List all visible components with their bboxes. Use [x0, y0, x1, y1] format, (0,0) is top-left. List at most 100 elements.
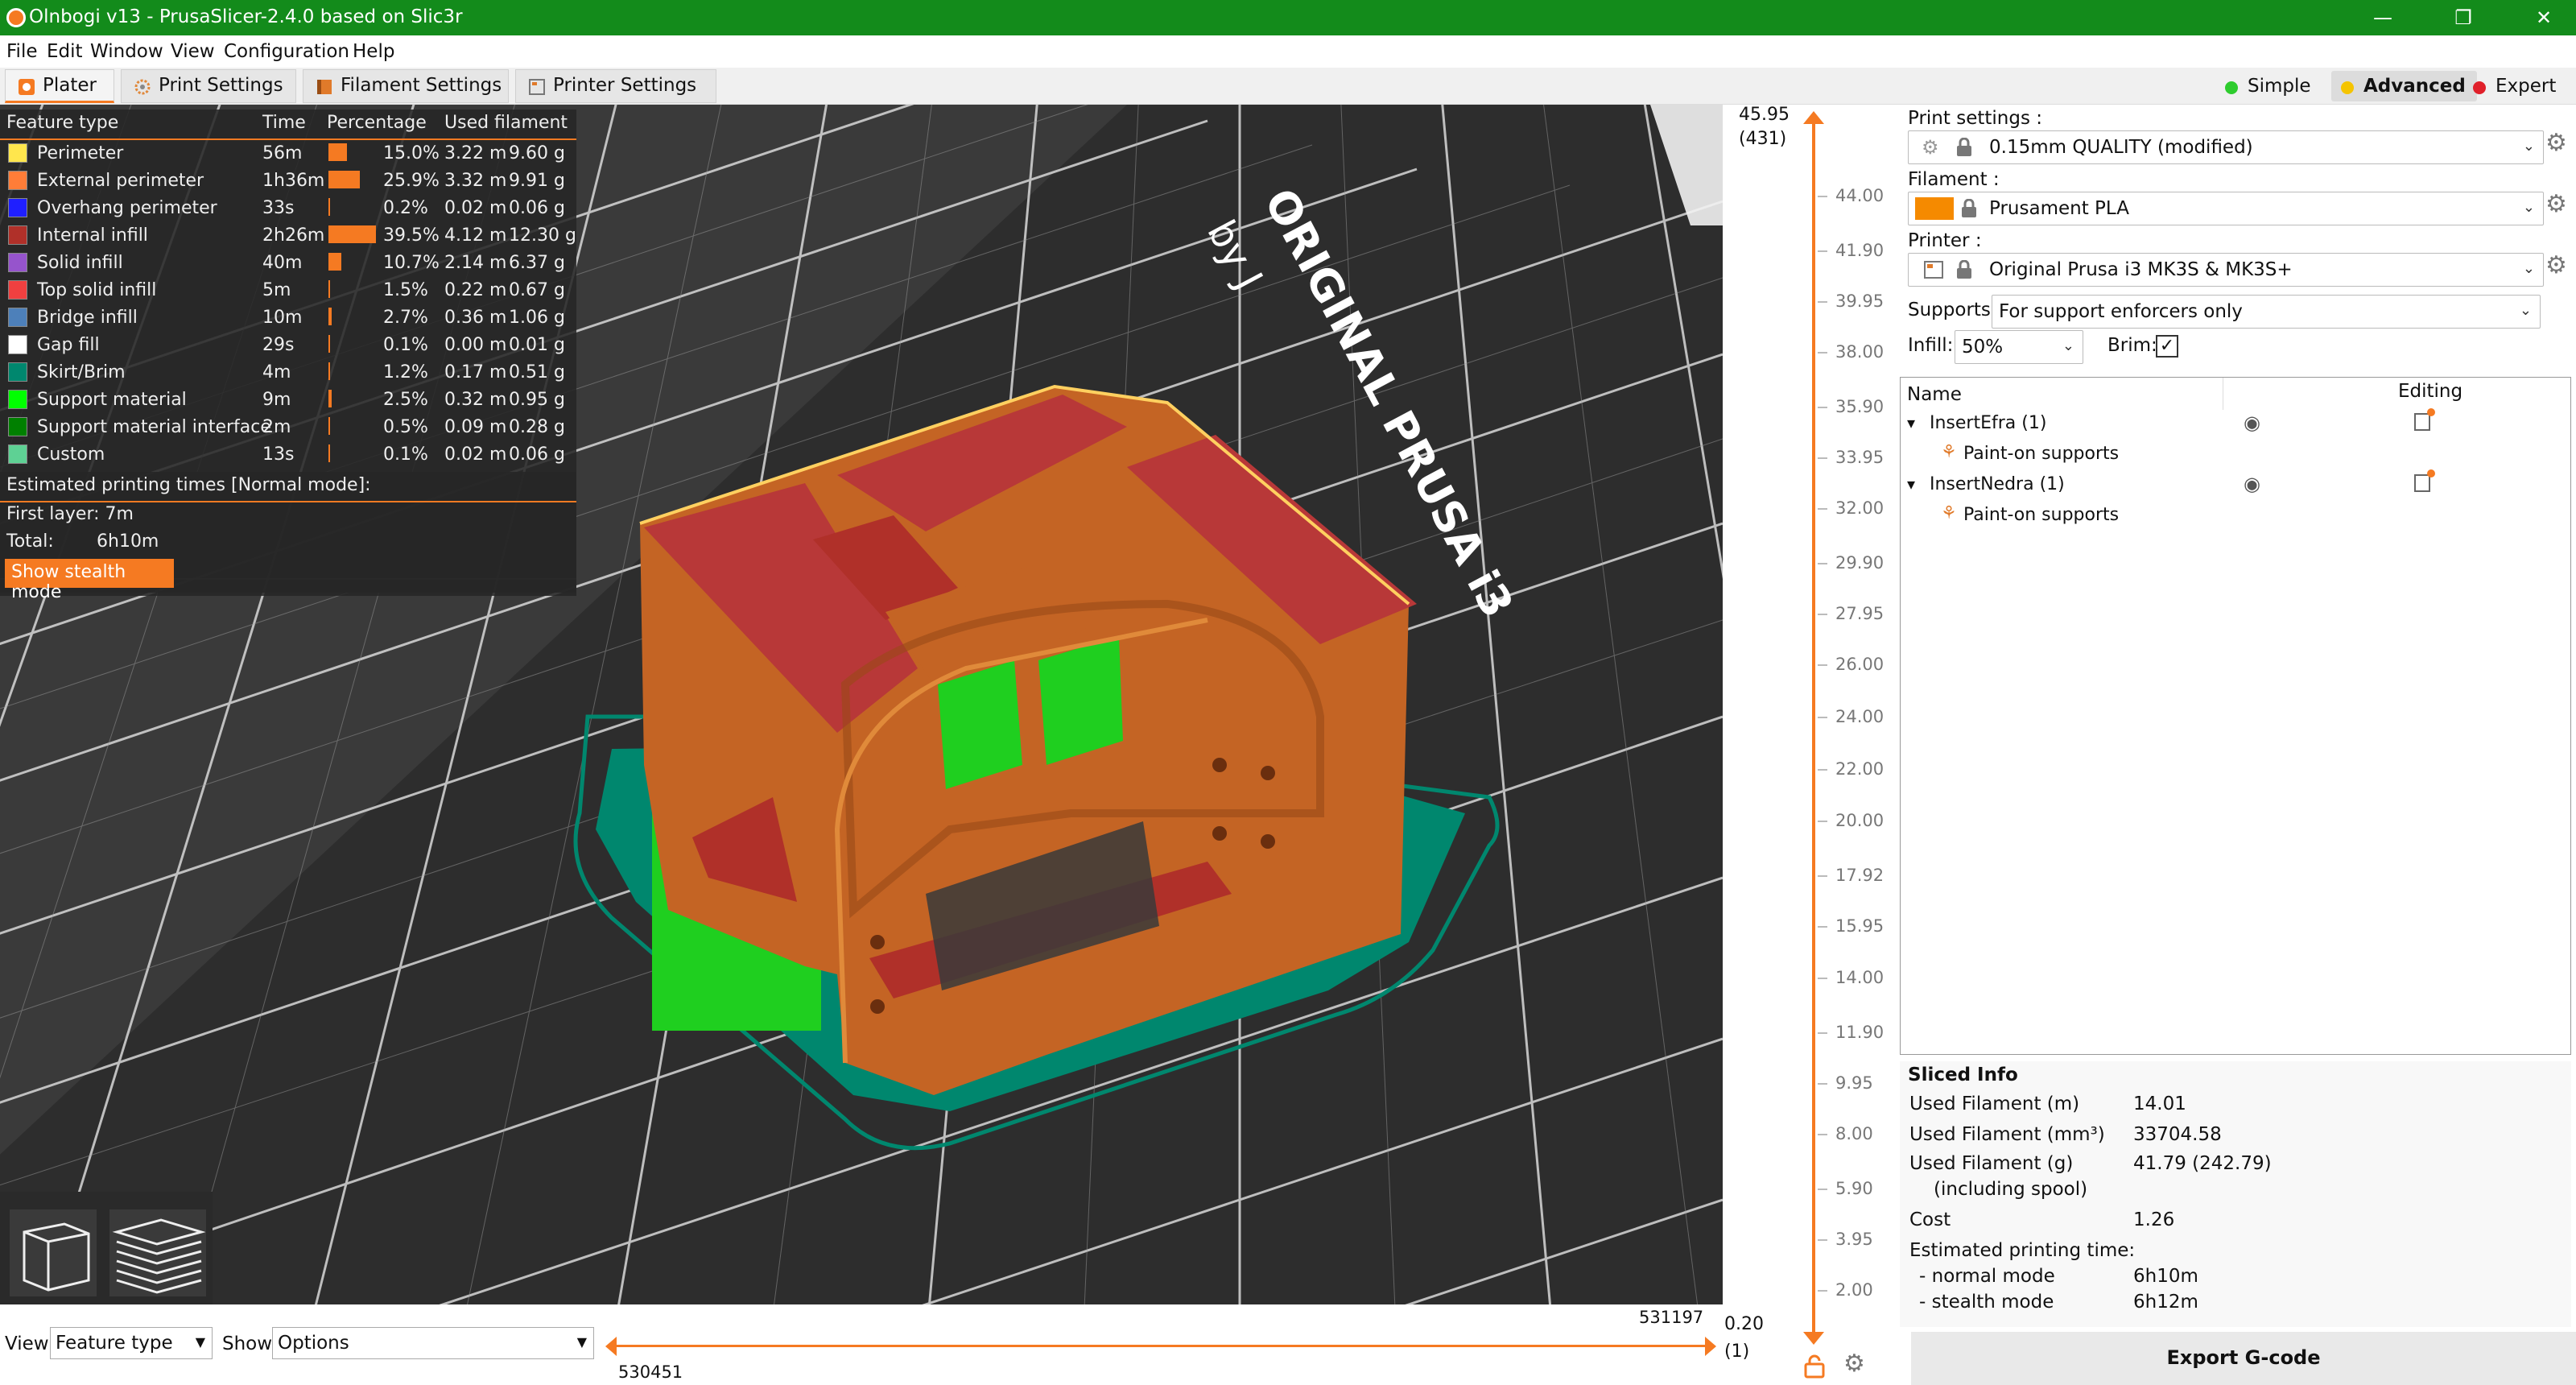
lock-icon: [1957, 138, 1971, 156]
brim-checkbox[interactable]: ✓: [2156, 335, 2178, 358]
legend-time: 1h36m: [262, 171, 325, 191]
print-settings-gear-icon[interactable]: ⚙: [2545, 129, 2567, 157]
tab-plater[interactable]: Plater: [5, 69, 114, 103]
layer-tick-mark: [1818, 563, 1827, 565]
chevron-down-icon: ⌄: [2522, 138, 2535, 155]
mode-expert-label: Expert: [2496, 76, 2557, 97]
printer-icon: [529, 79, 545, 95]
legend-color-swatch: [8, 225, 27, 245]
export-gcode-button[interactable]: Export G-code: [1911, 1332, 2576, 1385]
layer-tick-label: 22.00: [1835, 759, 1885, 779]
show-stealth-mode-button[interactable]: Show stealth mode: [5, 559, 174, 602]
app-icon: [6, 8, 26, 27]
view-type-select[interactable]: Feature type ▼: [50, 1327, 213, 1359]
legend-row[interactable]: Gap fill 29s 0.1% 0.00 m 0.01 g: [0, 333, 576, 361]
object-child-row[interactable]: ⚘ Paint-on supports: [1901, 502, 2570, 532]
hslider-upper-value: 531197: [1639, 1308, 1704, 1327]
printer-gear-icon[interactable]: ⚙: [2545, 251, 2567, 279]
layer-tick-label: 27.95: [1835, 604, 1885, 624]
legend-color-swatch: [8, 335, 27, 354]
legend-row[interactable]: Overhang perimeter 33s 0.2% 0.02 m 0.06 g: [0, 196, 576, 224]
object-row[interactable]: ▾ InsertEfra (1) ◉: [1901, 408, 2570, 440]
3d-view-icon[interactable]: [10, 1209, 97, 1296]
expand-arrow-icon[interactable]: ▾: [1907, 474, 1915, 494]
layer-tick-mark: [1818, 926, 1827, 928]
legend-row[interactable]: Support material 9m 2.5% 0.32 m 0.95 g: [0, 388, 576, 416]
menu-edit[interactable]: Edit: [47, 41, 83, 62]
legend-row[interactable]: Perimeter 56m 15.0% 3.22 m 9.60 g: [0, 142, 576, 169]
layer-tick-mark: [1818, 874, 1827, 877]
legend-feature-name: Custom: [37, 444, 105, 465]
eye-icon[interactable]: ◉: [2244, 411, 2260, 434]
chevron-down-icon: ⌄: [2522, 260, 2535, 277]
legend-row[interactable]: Top solid infill 5m 1.5% 0.22 m 0.67 g: [0, 279, 576, 306]
legend-percentage: 1.5%: [383, 280, 428, 300]
filament-gear-icon[interactable]: ⚙: [2545, 190, 2567, 218]
layer-slider-track[interactable]: [1812, 124, 1815, 1332]
menu-file[interactable]: File: [6, 41, 38, 62]
legend-percentage: 0.1%: [383, 335, 428, 355]
legend-length: 2.14 m: [444, 253, 507, 273]
legend-row[interactable]: Bridge infill 10m 2.7% 0.36 m 1.06 g: [0, 306, 576, 333]
legend-color-swatch: [8, 417, 27, 436]
layer-slider[interactable]: 45.95 (431) 44.00 41.90 39.95 38.00 35.90 33.…: [1723, 105, 1900, 1385]
show-options-select[interactable]: Options ▼: [272, 1327, 594, 1359]
legend-row[interactable]: Solid infill 40m 10.7% 2.14 m 6.37 g: [0, 251, 576, 279]
printer-value: Original Prusa i3 MK3S & MK3S+: [1989, 259, 2293, 280]
legend-row[interactable]: Internal infill 2h26m 39.5% 4.12 m 12.30 g: [0, 224, 576, 251]
layer-tick-mark: [1818, 614, 1827, 616]
layers-view-icon[interactable]: [109, 1209, 206, 1296]
legend-row[interactable]: Custom 13s 0.1% 0.02 m 0.06 g: [0, 443, 576, 470]
legend-row[interactable]: External perimeter 1h36m 25.9% 3.32 m 9.91 g: [0, 169, 576, 196]
printer-combo[interactable]: Original Prusa i3 MK3S & MK3S+ ⌄: [1908, 253, 2544, 287]
menu-window[interactable]: Window: [90, 41, 163, 62]
layer-lower-thumb[interactable]: [1803, 1332, 1824, 1345]
infill-combo[interactable]: 50% ⌄: [1955, 330, 2083, 364]
legend-row[interactable]: Skirt/Brim 4m 1.2% 0.17 m 0.51 g: [0, 361, 576, 388]
legend-row[interactable]: Support material interface 2m 0.5% 0.09 m 0.…: [0, 416, 576, 443]
restore-button[interactable]: ❐: [2439, 3, 2487, 32]
layer-tick-mark: [1818, 1082, 1827, 1085]
total-time: 6h10m: [97, 531, 159, 552]
close-button[interactable]: ✕: [2520, 3, 2568, 32]
hslider-lower-thumb[interactable]: [605, 1337, 617, 1356]
filament-value: Prusament PLA: [1989, 198, 2129, 219]
cog-icon[interactable]: ⚙: [1843, 1350, 1865, 1378]
hslider-upper-thumb[interactable]: [1705, 1337, 1716, 1356]
minimize-button[interactable]: —: [2359, 3, 2407, 32]
menu-help[interactable]: Help: [353, 41, 394, 62]
object-list[interactable]: Name Editing ▾ InsertEfra (1) ◉ ⚘ Paint-…: [1900, 377, 2571, 1055]
filament-combo[interactable]: Prusament PLA ⌄: [1908, 192, 2544, 225]
mode-advanced[interactable]: Advanced: [2331, 71, 2477, 101]
mode-expert[interactable]: Expert: [2463, 71, 2567, 101]
mode-simple[interactable]: Simple: [2215, 71, 2322, 101]
layer-tick-label: 15.95: [1835, 916, 1885, 936]
sliced-info-title: Sliced Info: [1908, 1065, 2018, 1085]
legend-feature-name: External perimeter: [37, 171, 204, 191]
layer-tick-mark: [1818, 301, 1827, 304]
tab-print-settings[interactable]: Print Settings: [121, 69, 296, 103]
menu-configuration[interactable]: Configuration: [224, 41, 349, 62]
layer-tick-label: 39.95: [1835, 291, 1885, 312]
horizontal-slider-track[interactable]: [612, 1345, 1707, 1347]
layer-tick-label: 44.00: [1835, 186, 1885, 206]
edit-icon[interactable]: [2414, 469, 2435, 492]
menu-view[interactable]: View: [171, 41, 215, 62]
tab-filament-settings[interactable]: Filament Settings: [303, 69, 509, 103]
legend-weight: 0.51 g: [509, 362, 565, 382]
object-child-row[interactable]: ⚘ Paint-on supports: [1901, 440, 2570, 471]
chevron-down-icon: ▼: [195, 1334, 205, 1350]
lock-icon[interactable]: [1803, 1354, 1826, 1379]
tab-printer-settings[interactable]: Printer Settings: [515, 69, 716, 103]
layer-tick-label: 2.00: [1835, 1280, 1873, 1300]
legend-weight: 0.28 g: [509, 417, 565, 437]
object-row[interactable]: ▾ InsertNedra (1) ◉: [1901, 469, 2570, 502]
print-settings-combo[interactable]: ⚙ 0.15mm QUALITY (modified) ⌄: [1908, 130, 2544, 164]
layer-upper-thumb[interactable]: [1803, 111, 1824, 124]
legend-color-swatch: [8, 390, 27, 409]
edit-icon[interactable]: [2414, 408, 2435, 431]
eye-icon[interactable]: ◉: [2244, 473, 2260, 495]
legend-percentage-bar: [328, 362, 330, 380]
supports-combo[interactable]: For support enforcers only ⌄: [1992, 295, 2541, 329]
expand-arrow-icon[interactable]: ▾: [1907, 413, 1915, 432]
